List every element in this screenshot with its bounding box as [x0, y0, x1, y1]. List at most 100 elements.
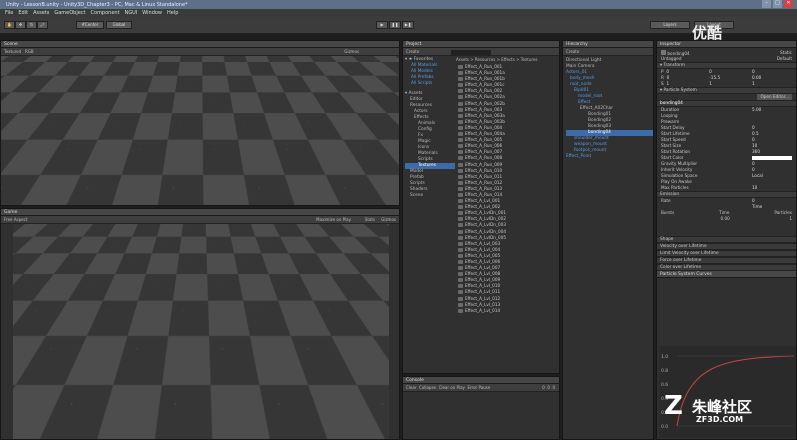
- orientation-y-cone[interactable]: [378, 59, 380, 67]
- console-toolbar: Clear Collapse Clear on Play Error Pause…: [403, 384, 559, 392]
- console-clear-on-play-button[interactable]: Clear on Play: [439, 385, 465, 390]
- scale-tool-button[interactable]: ⤢: [37, 21, 48, 29]
- emission-header[interactable]: Emission: [657, 191, 796, 198]
- console-tab[interactable]: Console: [403, 377, 559, 384]
- aspect-dropdown[interactable]: Free Aspect: [4, 217, 27, 222]
- game-viewport[interactable]: [13, 224, 389, 439]
- project-tab[interactable]: Project: [403, 41, 559, 48]
- force-module[interactable]: Force over Lifetime: [657, 257, 796, 264]
- gameobject-icon: [661, 50, 666, 55]
- scene-gizmos-dropdown[interactable]: Gizmos: [344, 49, 359, 54]
- layers-dropdown[interactable]: Layers: [650, 21, 690, 29]
- gizmo-y-axis[interactable]: [226, 121, 227, 156]
- scene-tab[interactable]: Scene: [1, 41, 399, 48]
- console-warning-count[interactable]: 0: [547, 385, 550, 390]
- limit-velocity-module[interactable]: Limit Velocity over Lifetime: [657, 250, 796, 257]
- hand-tool-button[interactable]: ✋: [4, 21, 15, 29]
- project-file-list: Effect_A_Run_001 Effect_A_Run_001a Effect_…: [457, 64, 559, 314]
- file-item[interactable]: Effect_A_Lvl_014: [457, 308, 559, 314]
- layer-dropdown[interactable]: Default: [777, 56, 792, 62]
- color-module[interactable]: Color over Lifetime: [657, 264, 796, 271]
- step-button[interactable]: ▶❚: [402, 21, 414, 29]
- console-collapse-button[interactable]: Collapse: [419, 385, 436, 390]
- scene-toolbar: Textured RGB Gizmos: [1, 48, 399, 56]
- close-button[interactable]: ✕: [784, 0, 793, 8]
- menu-file[interactable]: File: [5, 10, 13, 17]
- rate-label: Rate: [661, 198, 671, 203]
- menu-component[interactable]: Component: [91, 10, 120, 17]
- curve-axis-label: 0.0: [661, 424, 668, 430]
- maximize-on-play-toggle[interactable]: Maximize on Play: [316, 217, 351, 222]
- open-editor-button[interactable]: Open Editor...: [757, 94, 792, 100]
- stats-toggle[interactable]: Stats: [365, 217, 375, 222]
- maximize-button[interactable]: □: [773, 0, 782, 8]
- render-mode-dropdown[interactable]: RGB: [25, 49, 34, 54]
- minimize-button[interactable]: –: [762, 0, 771, 8]
- curve-axis-label: 0.6: [661, 382, 668, 388]
- playback-time-value[interactable]: 0.64: [382, 187, 392, 193]
- pause-button[interactable]: ❚❚: [389, 21, 401, 29]
- burst-particles-value[interactable]: 1: [789, 216, 792, 222]
- shape-module[interactable]: Shape: [657, 236, 796, 243]
- inspector-tab[interactable]: Inspector: [657, 41, 796, 48]
- window-title: Unity - LessonB.unity - Unity3D_Chapter3…: [6, 2, 188, 8]
- game-toolbar: Free Aspect Maximize on Play Stats Gizmo…: [1, 216, 399, 224]
- inspector-panel: Inspector bonding04 Static Untagged Defaul…: [656, 40, 797, 440]
- hierarchy-create-button[interactable]: Create: [566, 49, 579, 54]
- overlay-logo-sub: zf3d.com: [127, 85, 148, 90]
- z-watermark-icon: Z: [664, 391, 683, 421]
- menu-gameobject[interactable]: GameObject: [54, 10, 85, 17]
- velocity-module[interactable]: Velocity over Lifetime: [657, 243, 796, 250]
- console-error-count[interactable]: 0: [552, 385, 555, 390]
- rotate-tool-button[interactable]: ↻: [26, 21, 37, 29]
- burst-time-value[interactable]: 0.00: [721, 216, 730, 222]
- particle-property-value[interactable]: 360: [752, 149, 792, 155]
- watermark-text: 朱峰社区: [692, 398, 753, 416]
- tag-dropdown[interactable]: Untagged: [661, 56, 681, 62]
- scale-z[interactable]: 1: [752, 81, 792, 87]
- main-toolbar: ✋ ✥ ↻ ⤢ #Center Global ▶ ❚❚ ▶❚ Layers La…: [0, 17, 797, 34]
- menu-assets[interactable]: Assets: [33, 10, 49, 17]
- game-tab[interactable]: Game: [1, 209, 399, 216]
- particle-module-header[interactable]: bonding04: [657, 100, 796, 107]
- play-button[interactable]: ▶: [376, 21, 388, 29]
- gizmo-x-axis[interactable]: [226, 156, 261, 157]
- folder-item[interactable]: Scene: [405, 193, 455, 199]
- orientation-gizmo[interactable]: [371, 66, 387, 82]
- menu-edit[interactable]: Edit: [18, 10, 28, 17]
- scale-x[interactable]: 1: [666, 81, 706, 87]
- console-panel: Console Clear Collapse Clear on Play Err…: [402, 376, 560, 440]
- menu-window[interactable]: Window: [142, 10, 162, 17]
- game-gizmos-toggle[interactable]: Gizmos: [381, 217, 396, 222]
- curve-axis-label: 0.8: [661, 368, 668, 374]
- project-breadcrumb[interactable]: Assets > Resources > Effects > Textures: [456, 57, 559, 63]
- hierarchy-tab[interactable]: Hierarchy: [563, 41, 653, 48]
- playback-time-label: Playback Time: [310, 187, 342, 192]
- transform-header[interactable]: ▾ Transform: [657, 62, 796, 69]
- project-create-button[interactable]: Create: [406, 49, 419, 54]
- watermark-sub: ZF3D.COM: [696, 415, 744, 424]
- mouse-cursor-indicator: [362, 188, 372, 198]
- particle-system-header[interactable]: ▾ Particle System: [657, 87, 796, 94]
- fav-item[interactable]: All Scripts: [405, 81, 455, 87]
- global-local-toggle[interactable]: Global: [106, 21, 132, 29]
- pivot-center-toggle[interactable]: #Center: [76, 21, 104, 29]
- hierarchy-item[interactable]: Effect_Point: [566, 154, 653, 160]
- shading-dropdown[interactable]: Textured: [4, 49, 21, 54]
- menu-help[interactable]: Help: [167, 10, 178, 17]
- move-tool-button[interactable]: ✥: [15, 21, 26, 29]
- console-log-count[interactable]: 0: [542, 385, 545, 390]
- project-search-input[interactable]: [450, 49, 491, 55]
- console-clear-button[interactable]: Clear: [406, 385, 416, 390]
- hierarchy-toolbar: Create: [563, 48, 653, 56]
- scale-y[interactable]: 1: [709, 81, 749, 87]
- title-bar: Unity - LessonB.unity - Unity3D_Chapter3…: [0, 0, 797, 9]
- project-panel: Project Create ▾ ★ Favorites All Materia…: [402, 40, 560, 374]
- console-error-pause-button[interactable]: Error Pause: [467, 385, 490, 390]
- menu-ngui[interactable]: NGUI: [125, 10, 138, 17]
- curves-header[interactable]: Particle System Curves: [657, 271, 796, 278]
- particle-property-value[interactable]: [752, 156, 792, 160]
- orientation-x-cone[interactable]: [386, 72, 394, 75]
- curve-axis-label: 1.0: [661, 354, 668, 360]
- particle-property-value[interactable]: 10: [752, 185, 792, 191]
